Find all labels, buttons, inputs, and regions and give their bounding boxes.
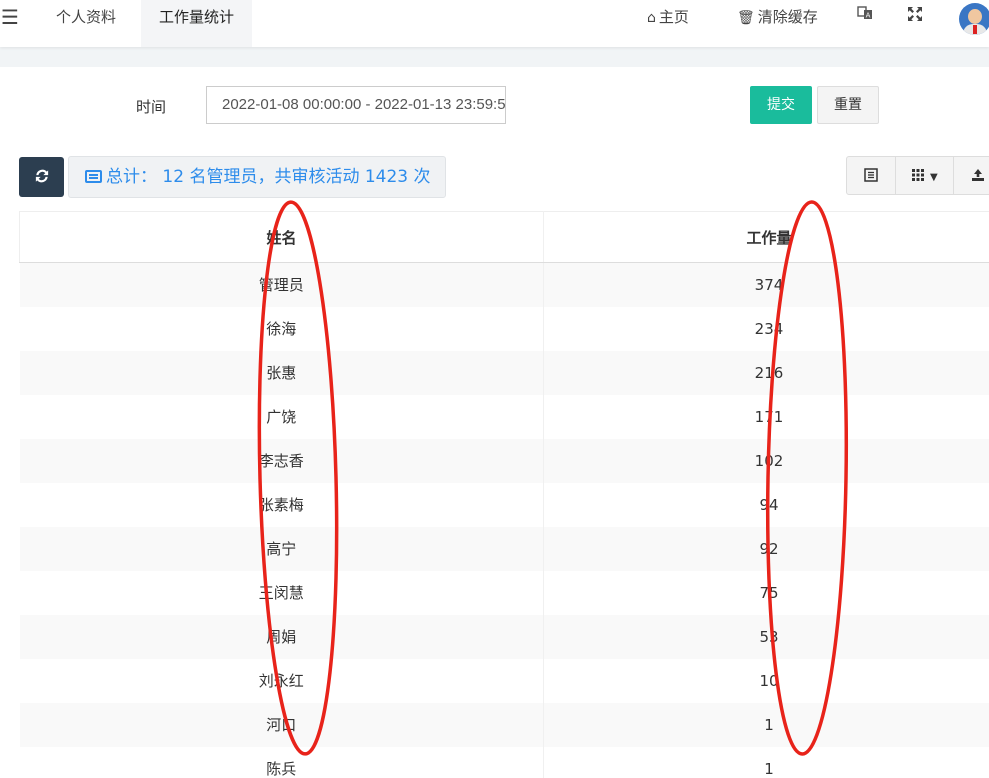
table-row[interactable]: 张惠 216 xyxy=(19,350,989,395)
table-header-row: 姓名 工作量 xyxy=(19,211,989,263)
cell-name: 王闵慧 xyxy=(19,570,544,615)
table-row[interactable]: 管理员 374 xyxy=(19,262,989,307)
avatar-tie xyxy=(973,25,977,34)
cell-name: 周娟 xyxy=(19,614,544,659)
cell-name: 广饶 xyxy=(19,394,544,439)
export-button[interactable] xyxy=(953,156,989,195)
table-row[interactable]: 张素梅 94 xyxy=(19,482,989,527)
fullscreen-icon[interactable] xyxy=(906,5,924,29)
cell-name: 张惠 xyxy=(19,350,544,395)
table-row[interactable]: 徐海 234 xyxy=(19,306,989,351)
table-row[interactable]: 高宁 92 xyxy=(19,526,989,571)
time-range-input[interactable]: 2022-01-08 00:00:00 - 2022-01-13 23:59:5… xyxy=(206,86,506,124)
table-row[interactable]: 陈兵 1 xyxy=(19,746,989,778)
table-row[interactable]: 河口 1 xyxy=(19,702,989,747)
cell-workload: 75 xyxy=(759,583,779,602)
column-header-name[interactable]: 姓名 xyxy=(19,211,544,263)
export-icon xyxy=(972,169,984,181)
submit-button[interactable]: 提交 xyxy=(750,86,812,124)
workload-table: 姓名 工作量 管理员 374 徐海 234 张惠 216 广饶 171 李志香 102 张素梅 94 高… xyxy=(19,211,989,778)
cell-name: 徐海 xyxy=(19,306,544,351)
nav-home-link[interactable]: ⌂ 主页 xyxy=(647,5,689,29)
table-row[interactable]: 李志香 102 xyxy=(19,438,989,483)
avatar[interactable] xyxy=(959,3,989,35)
avatar-face xyxy=(968,9,982,24)
content-panel: 时间 2022-01-08 00:00:00 - 2022-01-13 23:5… xyxy=(0,67,989,778)
list-icon xyxy=(85,170,102,183)
cell-workload: 53 xyxy=(543,614,989,659)
table-row[interactable]: 广饶 171 xyxy=(19,394,989,439)
nav-home-label: 主页 xyxy=(658,8,689,26)
top-navbar: ☰ 个人资料 工作量统计 ⌂ 主页 🗑 清除缓存 A xyxy=(0,0,989,47)
cell-workload: 216 xyxy=(543,350,989,395)
cell-name: 高宁 xyxy=(19,526,544,571)
cell-workload: 171 xyxy=(754,407,784,426)
tab-workload-stats[interactable]: 工作量统计 xyxy=(141,0,253,47)
translate-icon[interactable]: A xyxy=(856,5,874,29)
hamburger-icon[interactable]: ☰ xyxy=(0,6,20,30)
table-icon xyxy=(864,168,878,182)
tab-profile[interactable]: 个人资料 xyxy=(38,0,134,47)
table-body: 管理员 374 徐海 234 张惠 216 广饶 171 李志香 102 张素梅 94 高宁 92 王闵慧 7… xyxy=(19,262,989,778)
summary-banner: 总计： 12 名管理员，共审核活动 1423 次 xyxy=(68,156,446,198)
summary-text: 总计： 12 名管理员，共审核活动 1423 次 xyxy=(106,167,431,187)
cell-workload: 1 xyxy=(543,702,989,747)
cell-workload: 94 xyxy=(759,495,779,514)
cell-name: 李志香 xyxy=(19,438,544,483)
cell-name: 刘永红 xyxy=(19,658,544,703)
reset-button[interactable]: 重置 xyxy=(817,86,879,124)
table-row[interactable]: 周娟 53 xyxy=(19,614,989,659)
table-row[interactable]: 王闵慧 75 xyxy=(19,570,989,615)
nav-cache-label: 清除缓存 xyxy=(757,8,818,26)
cell-name: 陈兵 xyxy=(19,746,544,778)
cell-workload: 1 xyxy=(764,759,774,778)
cell-name: 河口 xyxy=(19,702,544,747)
table-view-button[interactable] xyxy=(846,156,896,195)
svg-text:A: A xyxy=(866,12,871,20)
cell-workload: 234 xyxy=(754,319,784,338)
home-icon: ⌂ xyxy=(647,10,656,26)
cell-name: 张素梅 xyxy=(19,482,544,527)
cell-workload: 92 xyxy=(543,526,989,571)
column-header-workload[interactable]: 工作量 xyxy=(543,211,989,263)
cell-workload: 10 xyxy=(759,671,779,690)
trash-icon: 🗑 xyxy=(737,10,755,26)
columns-dropdown-button[interactable]: ▼ xyxy=(895,156,954,195)
refresh-icon xyxy=(35,169,48,183)
caret-down-icon: ▼ xyxy=(930,172,938,183)
refresh-button[interactable] xyxy=(19,157,64,197)
table-row[interactable]: 刘永红 10 xyxy=(19,658,989,703)
grid-icon xyxy=(912,169,925,181)
nav-clear-cache-link[interactable]: 🗑 清除缓存 xyxy=(737,5,818,29)
cell-workload: 102 xyxy=(543,438,989,483)
cell-name: 管理员 xyxy=(19,262,544,307)
time-label: 时间 xyxy=(136,98,167,116)
cell-workload: 374 xyxy=(543,262,989,307)
